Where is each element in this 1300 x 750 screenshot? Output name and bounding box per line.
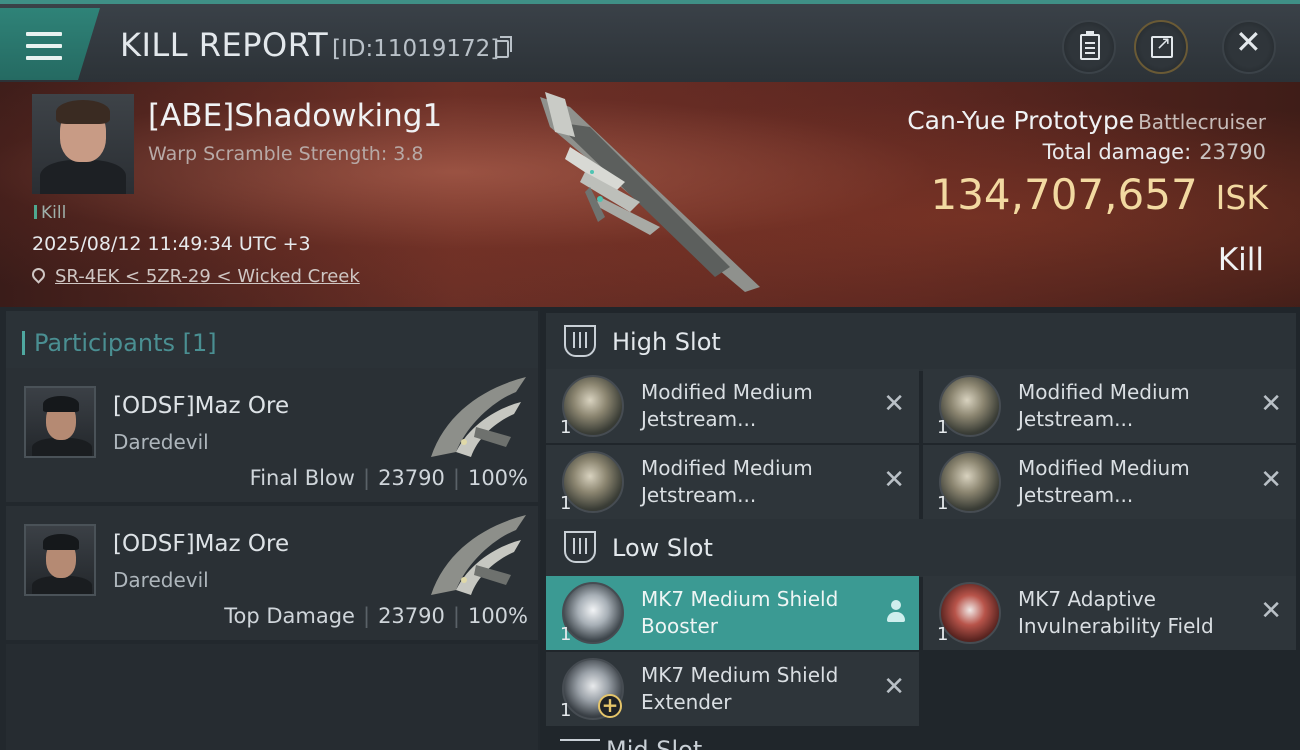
module-quantity: 1 bbox=[560, 493, 572, 514]
participant-name[interactable]: [ODSF]Maz Ore bbox=[113, 531, 289, 557]
location-link[interactable]: SR-4EK < 5ZR-29 < Wicked Creek bbox=[29, 265, 360, 287]
menu-icon bbox=[26, 32, 62, 60]
close-icon: ✕ bbox=[1235, 23, 1262, 61]
high-slot-title: High Slot bbox=[612, 328, 721, 356]
share-icon bbox=[1151, 33, 1173, 58]
total-damage-value: 23790 bbox=[1199, 140, 1266, 164]
participant-stats: Top Damage | 23790 | 100% bbox=[224, 604, 528, 628]
module-quantity: 1 bbox=[560, 624, 572, 645]
kill-report-window: KILL REPORT [ID:11019172] ✕ [ABE]Shadowk… bbox=[0, 0, 1300, 750]
module-name: MK7 Medium Shield Extender bbox=[641, 663, 839, 714]
module-quantity: 1 bbox=[560, 700, 572, 721]
participant-name[interactable]: [ODSF]Maz Ore bbox=[113, 393, 289, 419]
participant-card[interactable]: [ODSF]Maz Ore Daredevil Top Damage | 23790… bbox=[6, 506, 538, 640]
participant-role: Final Blow bbox=[249, 466, 355, 490]
location-pin-icon bbox=[29, 265, 48, 284]
low-slot-icon bbox=[564, 531, 596, 563]
module-quantity: 1 bbox=[937, 417, 949, 438]
module-name: MK7 Adaptive Invulnerability Field bbox=[1018, 587, 1214, 638]
destroyed-x-icon: ✕ bbox=[1260, 596, 1282, 626]
module-item[interactable]: 1 Modified Medium Jetstream... ✕ bbox=[923, 369, 1296, 443]
module-quantity: 1 bbox=[937, 624, 949, 645]
high-slot-header: High Slot bbox=[546, 313, 1296, 371]
low-slot-title: Low Slot bbox=[612, 534, 713, 562]
participant-ship-image bbox=[431, 515, 526, 595]
high-slot-icon bbox=[564, 325, 596, 357]
fitting-panel: High Slot 1 Modified Medium Jetstream...… bbox=[540, 307, 1300, 750]
participant-ship: Daredevil bbox=[113, 430, 209, 454]
participant-percent: 100% bbox=[467, 466, 528, 490]
copy-icon[interactable] bbox=[495, 36, 512, 58]
mid-slot-title: Mid Slot bbox=[606, 737, 702, 750]
mid-slot-icon bbox=[560, 739, 600, 750]
module-item[interactable]: 1 Modified Medium Jetstream... ✕ bbox=[923, 445, 1296, 519]
module-quantity: 1 bbox=[560, 417, 572, 438]
module-name: Modified Medium Jetstream... bbox=[641, 380, 813, 431]
victim-avatar[interactable] bbox=[32, 94, 134, 194]
module-quantity: 1 bbox=[937, 493, 949, 514]
module-item[interactable]: 1 Modified Medium Jetstream... ✕ bbox=[546, 445, 919, 519]
module-name: MK7 Medium Shield Booster bbox=[641, 587, 839, 638]
stat-separator: | bbox=[452, 466, 460, 490]
result-label: Kill bbox=[1217, 242, 1264, 278]
total-damage-label: Total damage: bbox=[1042, 140, 1192, 164]
participants-title: Participants [1] bbox=[22, 329, 217, 357]
victim-banner: [ABE]Shadowking1 Warp Scramble Strength:… bbox=[0, 82, 1300, 307]
ship-class: Battlecruiser bbox=[1138, 110, 1266, 134]
plus-badge-icon: + bbox=[598, 694, 622, 718]
report-id: [ID:11019172] bbox=[332, 36, 500, 62]
victim-ship: Can-Yue Prototype Battlecruiser bbox=[907, 106, 1266, 135]
ship-name[interactable]: Can-Yue Prototype bbox=[907, 106, 1134, 135]
participant-avatar[interactable] bbox=[24, 386, 96, 458]
stat-separator: | bbox=[362, 604, 371, 628]
destroyed-x-icon: ✕ bbox=[1260, 389, 1282, 419]
destroyed-x-icon: ✕ bbox=[883, 389, 905, 419]
close-button[interactable]: ✕ bbox=[1222, 20, 1276, 74]
participant-ship-image bbox=[431, 377, 526, 457]
module-name: Modified Medium Jetstream... bbox=[1018, 456, 1190, 507]
isk-unit: ISK bbox=[1215, 178, 1268, 217]
victim-ship-image bbox=[540, 92, 760, 292]
module-item[interactable]: + 1 MK7 Medium Shield Extender ✕ bbox=[546, 652, 919, 726]
stat-separator: | bbox=[362, 466, 371, 490]
clipboard-icon bbox=[1080, 31, 1100, 60]
participant-damage: 23790 bbox=[378, 466, 445, 490]
destroyed-x-icon: ✕ bbox=[1260, 465, 1282, 495]
total-damage: Total damage: 23790 bbox=[1043, 140, 1266, 164]
kill-datetime: 2025/08/12 11:49:34 UTC +3 bbox=[32, 233, 311, 255]
clipboard-button[interactable] bbox=[1062, 20, 1116, 74]
participant-percent: 100% bbox=[467, 604, 528, 628]
module-item[interactable]: 1 Modified Medium Jetstream... ✕ bbox=[546, 369, 919, 443]
dropped-user-icon bbox=[887, 600, 905, 622]
module-name: Modified Medium Jetstream... bbox=[641, 456, 813, 507]
menu-button[interactable] bbox=[0, 8, 100, 80]
participant-card[interactable]: [ODSF]Maz Ore Daredevil Final Blow | 23790… bbox=[6, 368, 538, 502]
isk-value: 134,707,657 bbox=[930, 170, 1198, 219]
module-name: Modified Medium Jetstream... bbox=[1018, 380, 1190, 431]
participant-ship: Daredevil bbox=[113, 568, 209, 592]
victim-name[interactable]: [ABE]Shadowking1 bbox=[148, 98, 442, 134]
module-item-selected[interactable]: 1 MK7 Medium Shield Booster bbox=[546, 576, 919, 650]
stat-separator: | bbox=[452, 604, 460, 628]
share-button[interactable] bbox=[1134, 20, 1188, 74]
module-item[interactable]: 1 MK7 Adaptive Invulnerability Field ✕ bbox=[923, 576, 1296, 650]
page-title: KILL REPORT bbox=[120, 26, 329, 64]
participant-stats: Final Blow | 23790 | 100% bbox=[250, 466, 528, 490]
participant-damage: 23790 bbox=[378, 604, 445, 628]
kill-tag: Kill bbox=[34, 203, 66, 223]
title-bar: KILL REPORT [ID:11019172] ✕ bbox=[0, 0, 1300, 82]
destroyed-x-icon: ✕ bbox=[883, 672, 905, 702]
warp-scramble-strength: Warp Scramble Strength: 3.8 bbox=[148, 143, 424, 165]
participant-role: Top Damage bbox=[224, 604, 355, 628]
low-slot-header: Low Slot bbox=[546, 519, 1296, 577]
participants-panel: Participants [1] [ODSF]Maz Ore Daredevil… bbox=[0, 307, 540, 750]
destroyed-x-icon: ✕ bbox=[883, 465, 905, 495]
participants-empty-area bbox=[6, 644, 538, 750]
participants-header: Participants [1] bbox=[6, 311, 538, 369]
isk-loss: 134,707,657 ISK bbox=[930, 170, 1268, 219]
location-text[interactable]: SR-4EK < 5ZR-29 < Wicked Creek bbox=[55, 266, 360, 287]
participant-avatar[interactable] bbox=[24, 524, 96, 596]
